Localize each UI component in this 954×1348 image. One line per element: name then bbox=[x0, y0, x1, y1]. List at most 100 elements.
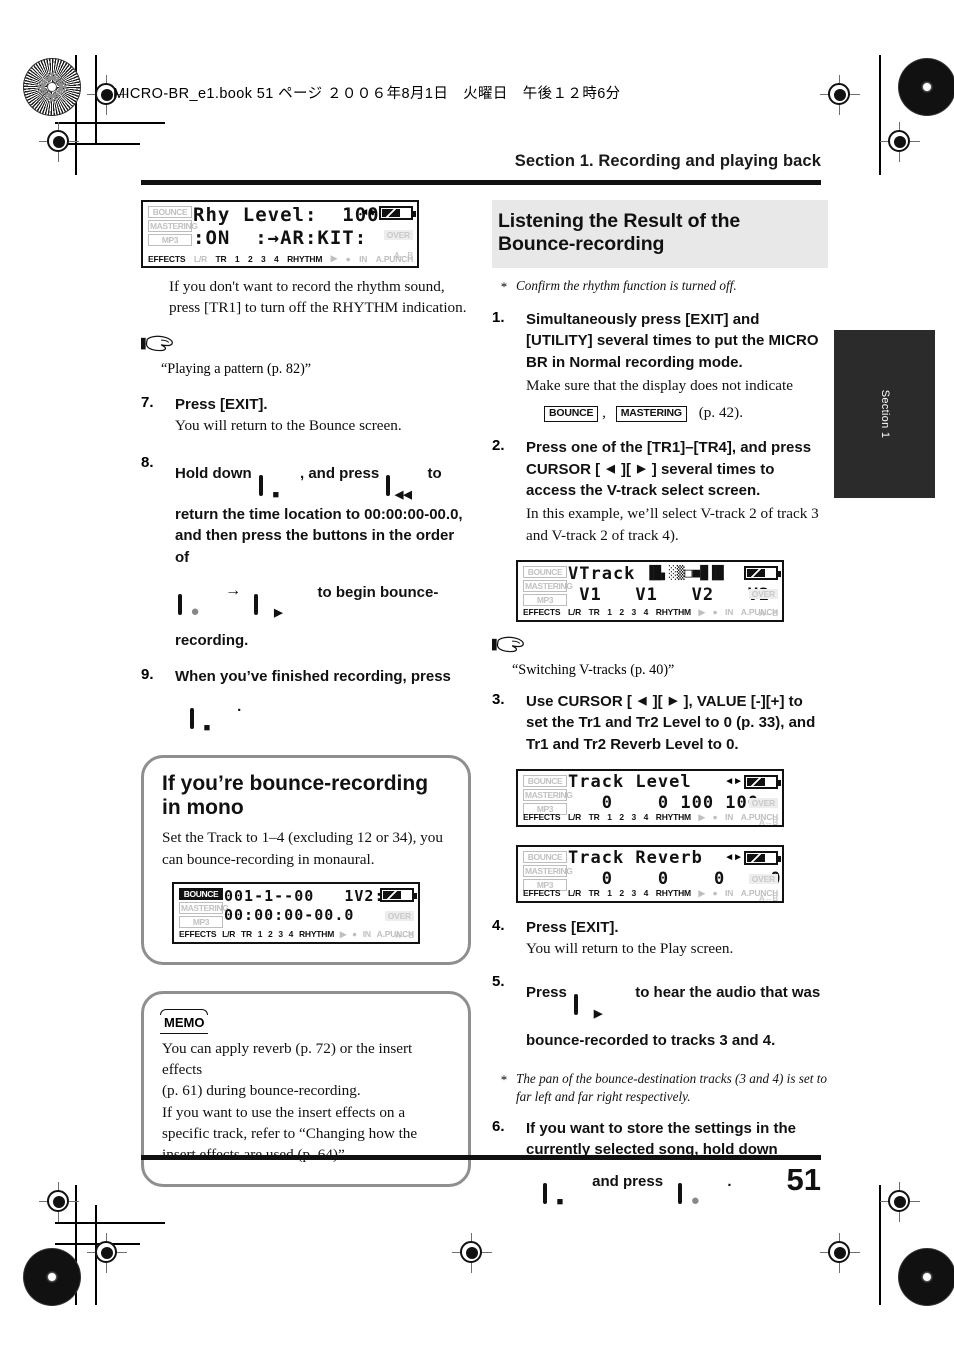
registration-target-icon bbox=[39, 1182, 79, 1222]
lcd-label-tr: TR bbox=[588, 607, 600, 618]
lcd-label-tr4: 4 bbox=[643, 607, 649, 618]
cursor-left-icon: ◀ bbox=[638, 694, 647, 707]
lcd-label-tr2: 2 bbox=[247, 253, 253, 264]
section-header: Section 1. Recording and playing back bbox=[514, 152, 821, 170]
record-indicator-icon: ● bbox=[712, 607, 718, 618]
lcd-label-mastering: MASTERING bbox=[148, 220, 198, 232]
play-glyph: ▶ bbox=[593, 1008, 603, 1021]
lcd-bottom-labels: EFFECTS L/R TR 1 2 3 4 RHYTHM ▶ ● IN A.P… bbox=[523, 607, 778, 618]
right-column: Listening the Result of the Bounce-recor… bbox=[492, 200, 828, 1209]
battery-icon bbox=[379, 205, 416, 220]
cursor-right-icon: ▶ bbox=[668, 694, 678, 707]
lcd-label-mastering: MASTERING bbox=[523, 579, 573, 592]
step-8-text-d: return the time location to 00:00:00-00.… bbox=[175, 506, 463, 566]
lcd-label-in: IN bbox=[359, 253, 368, 264]
step-1-title: Simultaneously press [EXIT] and [UTILITY… bbox=[526, 311, 819, 371]
lcd-label-over: OVER bbox=[384, 910, 414, 921]
lcd-label-over: OVER bbox=[748, 873, 778, 884]
step-number: 5. bbox=[492, 973, 505, 991]
page-number: 51 bbox=[786, 1162, 821, 1197]
mono-bounce-callout: If you’re bounce-recording in mono Set t… bbox=[141, 755, 471, 965]
lcd-label-rhythm: RHYTHM bbox=[655, 888, 691, 899]
step-number: 6. bbox=[492, 1118, 505, 1135]
lcd-label-bounce: BOUNCE bbox=[523, 565, 567, 578]
battery-icon bbox=[744, 565, 781, 580]
step-4: 4. Press [EXIT]. You will return to the … bbox=[492, 917, 828, 960]
reference-text-2: “Switching V-tracks (p. 40)” bbox=[512, 661, 675, 678]
pointing-hand-icon bbox=[141, 335, 173, 351]
lcd-label-tr4: 4 bbox=[643, 812, 649, 823]
step-6: 6. If you want to store the settings in … bbox=[492, 1118, 828, 1209]
lcd-label-rhythm: RHYTHM bbox=[298, 929, 335, 940]
lcd-label-tr4: 4 bbox=[643, 888, 649, 899]
lcd-label-lr: L/R bbox=[567, 607, 582, 618]
record-indicator-icon: ● bbox=[712, 888, 718, 899]
lcd-label-rhythm: RHYTHM bbox=[655, 607, 691, 618]
cursor-right-icon: ▶ bbox=[637, 462, 646, 475]
lcd-label-rhythm: RHYTHM bbox=[287, 253, 323, 264]
record-glyph: ● bbox=[190, 603, 200, 621]
lcd-level-meter: ▐█▖░▒□■█▐█ bbox=[645, 566, 724, 582]
step-4-title: Press [EXIT]. bbox=[526, 918, 619, 936]
lcd-row-1: 001-1--00 1V2: bbox=[224, 886, 385, 905]
lcd-label-tr3: 3 bbox=[631, 812, 636, 823]
lcd-label-effects: EFFECTS bbox=[179, 929, 217, 940]
tag-mastering: MASTERING bbox=[615, 406, 687, 422]
registration-target-icon bbox=[87, 1233, 127, 1273]
lcd-label-tr1: 1 bbox=[257, 929, 263, 940]
step-number: 8. bbox=[141, 454, 154, 472]
lcd-mode-labels: BOUNCE MASTERING MP3 bbox=[179, 887, 229, 930]
step-8: 8. Hold down ■ , and press ◀◀ to return … bbox=[141, 454, 471, 662]
stop-glyph: ■ bbox=[272, 489, 280, 502]
battery-icon bbox=[380, 887, 417, 902]
step-2-detail: In this example, we’ll select V-track 2 … bbox=[526, 505, 819, 544]
note-1: * Confirm the rhythm function is turned … bbox=[492, 277, 828, 295]
section-title: Listening the Result of the Bounce-recor… bbox=[498, 210, 741, 255]
lcd-label-effects: EFFECTS bbox=[523, 888, 561, 899]
rewind-button-icon: ◀◀ bbox=[386, 466, 420, 502]
lcd-label-bounce: BOUNCE bbox=[523, 850, 567, 863]
lcd-label-tr1: 1 bbox=[607, 812, 612, 823]
registration-target-icon bbox=[880, 1182, 920, 1222]
intro-paragraph: If you don't want to record the rhythm s… bbox=[169, 278, 467, 317]
lcd-track-reverb: BOUNCE MASTERING MP3 Track Reverb 0 0 0 … bbox=[516, 844, 784, 903]
lcd-label-in: IN bbox=[725, 888, 734, 899]
footer-rule bbox=[141, 1155, 821, 1160]
step-8-text-a: Hold down bbox=[175, 465, 252, 483]
step-6-text-b: and press bbox=[592, 1172, 664, 1190]
side-tab-label: Section 1 bbox=[878, 389, 891, 439]
color-registration-starburst bbox=[898, 58, 954, 116]
lcd-label-tr2: 2 bbox=[268, 929, 273, 940]
stop-glyph: ■ bbox=[203, 722, 211, 735]
lcd-row-1: Rhy Level: 100 bbox=[193, 204, 380, 226]
step-9: 9. When you’ve finished recording, press… bbox=[141, 666, 471, 735]
lcd-label-in: IN bbox=[362, 929, 371, 940]
step-3-text-b: ][ bbox=[652, 692, 663, 710]
registration-target-icon bbox=[39, 122, 79, 162]
lcd-vtrack: BOUNCE MASTERING MP3 VTrack ▐█▖░▒□■█▐█ V… bbox=[516, 559, 784, 622]
lcd-label-bounce: BOUNCE bbox=[523, 774, 567, 787]
note-2-text: The pan of the bounce-destination tracks… bbox=[516, 1071, 827, 1105]
lcd-label-in: IN bbox=[725, 812, 734, 823]
lcd-label-tr3: 3 bbox=[631, 607, 636, 618]
left-column: BOUNCE MASTERING MP3 Rhy Level: 100 :ON … bbox=[141, 200, 471, 1187]
color-registration-starburst bbox=[23, 1248, 81, 1306]
record-glyph: ● bbox=[690, 1191, 700, 1209]
step-5: 5. Press ▶ to hear the audio that was bo… bbox=[492, 973, 828, 1061]
lcd-label-over: OVER bbox=[383, 230, 413, 240]
lcd-label-bounce: BOUNCE bbox=[148, 206, 192, 218]
note-1-text: Confirm the rhythm function is turned of… bbox=[516, 278, 737, 293]
lcd-row-2: 0 0 0 0 bbox=[568, 868, 782, 889]
rewind-glyph: ◀◀ bbox=[394, 489, 412, 502]
color-registration-starburst bbox=[898, 1248, 954, 1306]
lcd-label-over: OVER bbox=[748, 797, 778, 808]
play-indicator-icon: ▶ bbox=[698, 811, 706, 822]
registration-target-icon bbox=[452, 1233, 492, 1273]
lcd-bottom-labels: EFFECTS L/R TR 1 2 3 4 RHYTHM ▶ ● IN A.P… bbox=[179, 929, 414, 940]
stop-button-icon: ■ bbox=[543, 1173, 577, 1209]
lcd-label-apunch: A.PUNCH bbox=[375, 253, 414, 264]
step-1-detail: Make sure that the display does not indi… bbox=[526, 376, 793, 394]
play-indicator-icon: ▶ bbox=[698, 887, 706, 898]
lcd-label-tr2: 2 bbox=[619, 812, 624, 823]
lcd-row-1: Track Level bbox=[568, 771, 692, 792]
